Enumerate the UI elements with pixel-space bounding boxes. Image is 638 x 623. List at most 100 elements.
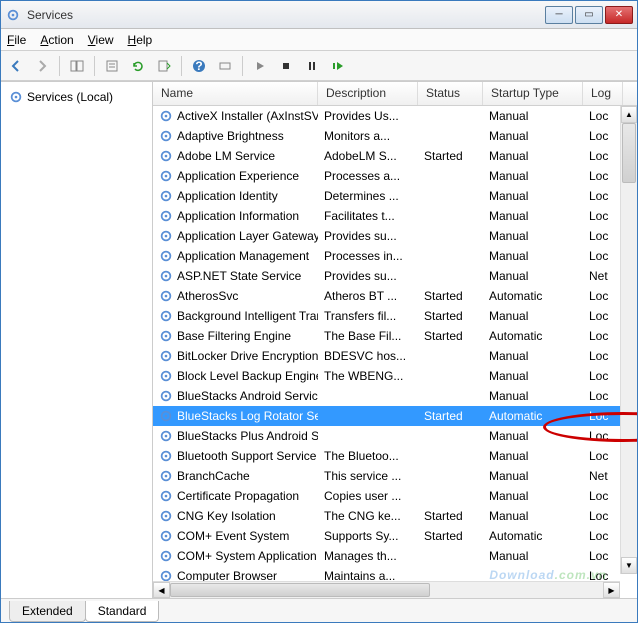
- scroll-thumb-v[interactable]: [622, 123, 636, 183]
- col-header-name[interactable]: Name: [153, 82, 318, 105]
- service-name-label: COM+ Event System: [177, 529, 289, 543]
- tab-standard[interactable]: Standard: [85, 601, 160, 622]
- service-row[interactable]: Adaptive BrightnessMonitors a...ManualLo…: [153, 126, 637, 146]
- service-row[interactable]: Application ExperienceProcesses a...Manu…: [153, 166, 637, 186]
- toolbar-extra-button[interactable]: [214, 55, 236, 77]
- service-row[interactable]: BranchCacheThis service ...ManualNet: [153, 466, 637, 486]
- col-header-logon[interactable]: Log: [583, 82, 623, 105]
- service-name-cell: Base Filtering Engine: [153, 329, 318, 343]
- col-header-description[interactable]: Description: [318, 82, 418, 105]
- menu-action[interactable]: Action: [40, 33, 73, 47]
- help-button[interactable]: ?: [188, 55, 210, 77]
- service-name-cell: Background Intelligent Transf...: [153, 309, 318, 323]
- service-name-cell: ASP.NET State Service: [153, 269, 318, 283]
- service-row[interactable]: Certificate PropagationCopies user ...Ma…: [153, 486, 637, 506]
- service-row[interactable]: Application ManagementProcesses in...Man…: [153, 246, 637, 266]
- maximize-button[interactable]: ▭: [575, 6, 603, 24]
- service-name-label: ActiveX Installer (AxInstSV): [177, 109, 318, 123]
- restart-service-button[interactable]: [327, 55, 349, 77]
- service-startup-cell: Manual: [483, 129, 583, 143]
- back-button[interactable]: [5, 55, 27, 77]
- tree-services-local[interactable]: Services (Local): [5, 88, 148, 106]
- stop-service-button[interactable]: [275, 55, 297, 77]
- service-row[interactable]: Application Layer Gateway Ser...Provides…: [153, 226, 637, 246]
- show-hide-tree-button[interactable]: [66, 55, 88, 77]
- service-startup-cell: Manual: [483, 229, 583, 243]
- scroll-left-button[interactable]: ◀: [153, 582, 170, 598]
- service-row[interactable]: ActiveX Installer (AxInstSV)Provides Us.…: [153, 106, 637, 126]
- service-status-cell: Started: [418, 509, 483, 523]
- service-desc-cell: The WBENG...: [318, 369, 418, 383]
- service-logon-cell: Loc: [583, 529, 623, 543]
- menu-help[interactable]: Help: [128, 33, 153, 47]
- services-window: Services ─ ▭ ✕ FFileile Action View Help…: [0, 0, 638, 623]
- service-name-label: BlueStacks Log Rotator Service: [177, 409, 318, 423]
- services-list[interactable]: ActiveX Installer (AxInstSV)Provides Us.…: [153, 106, 637, 598]
- service-logon-cell: Net: [583, 269, 623, 283]
- scroll-thumb-h[interactable]: [170, 583, 430, 597]
- service-desc-cell: Manages th...: [318, 549, 418, 563]
- vertical-scrollbar[interactable]: ▲ ▼: [620, 106, 637, 574]
- service-desc-cell: The Bluetoo...: [318, 449, 418, 463]
- service-row[interactable]: Block Level Backup Engine Ser...The WBEN…: [153, 366, 637, 386]
- service-row[interactable]: ASP.NET State ServiceProvides su...Manua…: [153, 266, 637, 286]
- service-row[interactable]: COM+ Event SystemSupports Sy...StartedAu…: [153, 526, 637, 546]
- service-row[interactable]: BlueStacks Log Rotator ServiceStartedAut…: [153, 406, 637, 426]
- window-title: Services: [27, 8, 545, 22]
- col-header-startup[interactable]: Startup Type: [483, 82, 583, 105]
- service-row[interactable]: CNG Key IsolationThe CNG ke...StartedMan…: [153, 506, 637, 526]
- start-service-button[interactable]: [249, 55, 271, 77]
- service-status-cell: Started: [418, 149, 483, 163]
- service-row[interactable]: Application IdentityDetermines ...Manual…: [153, 186, 637, 206]
- service-row[interactable]: BlueStacks Plus Android Servi...ManualLo…: [153, 426, 637, 446]
- service-startup-cell: Manual: [483, 209, 583, 223]
- service-desc-cell: Supports Sy...: [318, 529, 418, 543]
- menu-view[interactable]: View: [88, 33, 114, 47]
- service-name-cell: BlueStacks Log Rotator Service: [153, 409, 318, 423]
- service-row[interactable]: Application InformationFacilitates t...M…: [153, 206, 637, 226]
- close-button[interactable]: ✕: [605, 6, 633, 24]
- service-logon-cell: Loc: [583, 189, 623, 203]
- service-startup-cell: Manual: [483, 269, 583, 283]
- service-logon-cell: Loc: [583, 429, 623, 443]
- tree-root-label: Services (Local): [27, 90, 113, 104]
- service-logon-cell: Net: [583, 469, 623, 483]
- export-button[interactable]: [153, 55, 175, 77]
- scroll-up-button[interactable]: ▲: [621, 106, 637, 123]
- refresh-button[interactable]: [127, 55, 149, 77]
- service-name-label: BlueStacks Plus Android Servi...: [177, 429, 318, 443]
- titlebar[interactable]: Services ─ ▭ ✕: [1, 1, 637, 29]
- service-name-cell: Application Information: [153, 209, 318, 223]
- service-name-cell: Adaptive Brightness: [153, 129, 318, 143]
- service-startup-cell: Automatic: [483, 529, 583, 543]
- service-name-cell: BlueStacks Plus Android Servi...: [153, 429, 318, 443]
- service-row[interactable]: Adobe LM ServiceAdobeLM S...StartedManua…: [153, 146, 637, 166]
- service-name-label: Block Level Backup Engine Ser...: [177, 369, 318, 383]
- minimize-button[interactable]: ─: [545, 6, 573, 24]
- service-desc-cell: Provides su...: [318, 229, 418, 243]
- scroll-down-button[interactable]: ▼: [621, 557, 637, 574]
- service-logon-cell: Loc: [583, 349, 623, 363]
- service-desc-cell: Determines ...: [318, 189, 418, 203]
- service-row[interactable]: BitLocker Drive Encryption Ser...BDESVC …: [153, 346, 637, 366]
- forward-button[interactable]: [31, 55, 53, 77]
- service-startup-cell: Manual: [483, 469, 583, 483]
- service-row[interactable]: Background Intelligent Transf...Transfer…: [153, 306, 637, 326]
- service-startup-cell: Manual: [483, 149, 583, 163]
- scroll-right-button[interactable]: ▶: [603, 582, 620, 598]
- service-row[interactable]: Base Filtering EngineThe Base Fil...Star…: [153, 326, 637, 346]
- tab-extended[interactable]: Extended: [9, 601, 86, 622]
- service-row[interactable]: BlueStacks Android Service ManualLoc: [153, 386, 637, 406]
- pause-service-button[interactable]: [301, 55, 323, 77]
- service-name-label: Application Information: [177, 209, 299, 223]
- service-name-cell: BlueStacks Android Service: [153, 389, 318, 403]
- service-row[interactable]: Bluetooth Support ServiceThe Bluetoo...M…: [153, 446, 637, 466]
- service-startup-cell: Automatic: [483, 289, 583, 303]
- properties-button[interactable]: [101, 55, 123, 77]
- service-logon-cell: Loc: [583, 389, 623, 403]
- menu-file[interactable]: FFileile: [7, 33, 26, 47]
- service-row[interactable]: AtherosSvcAtheros BT ...StartedAutomatic…: [153, 286, 637, 306]
- service-name-cell: AtherosSvc: [153, 289, 318, 303]
- col-header-status[interactable]: Status: [418, 82, 483, 105]
- service-startup-cell: Manual: [483, 389, 583, 403]
